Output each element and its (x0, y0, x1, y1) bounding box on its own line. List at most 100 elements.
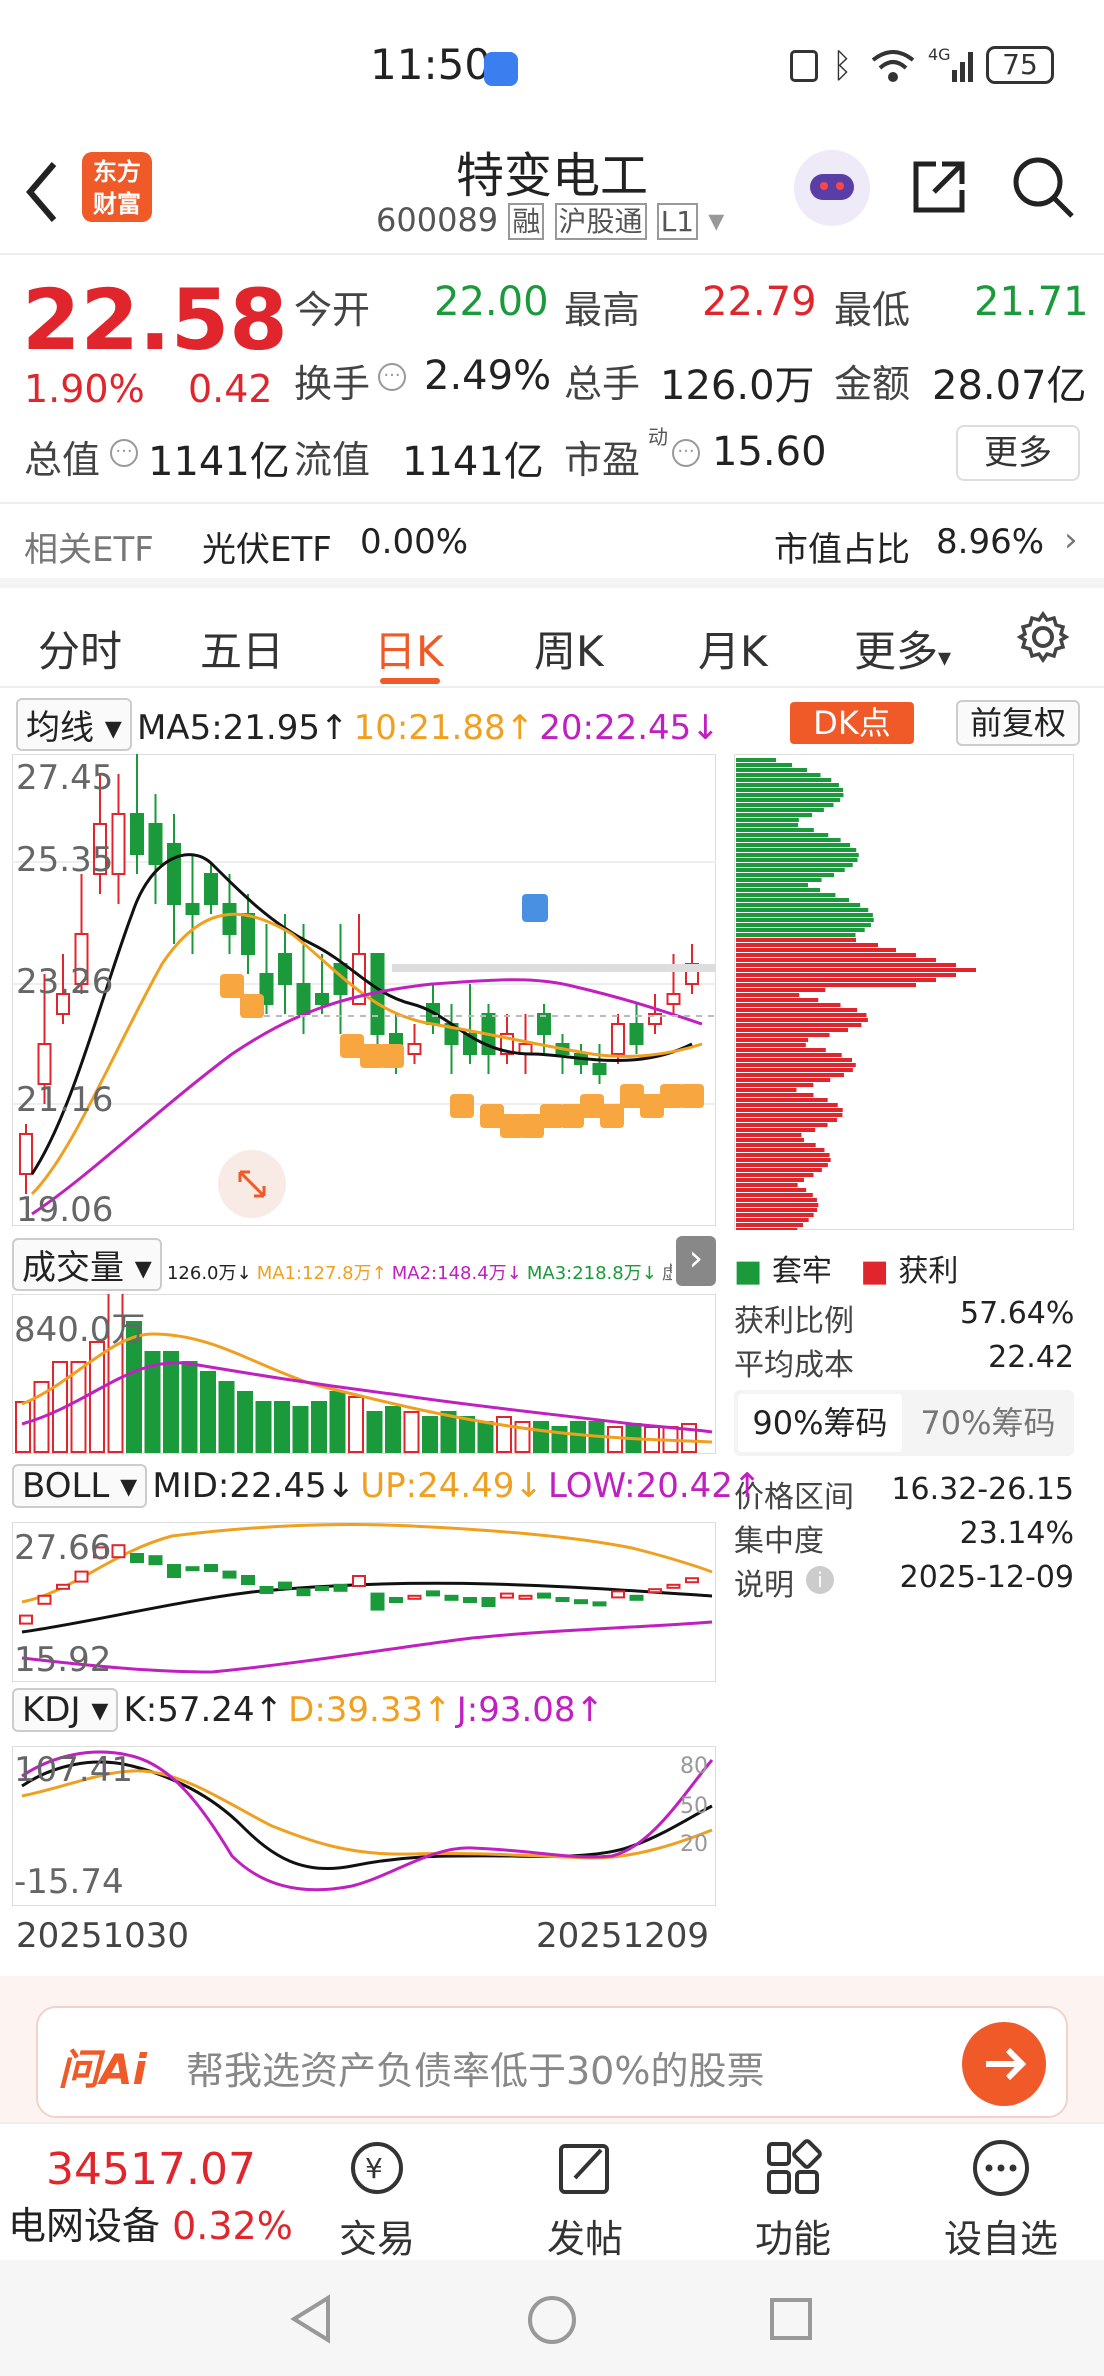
tag-margin: 融 (508, 203, 545, 240)
chip-bar (736, 1218, 809, 1222)
adjust-button[interactable]: 前复权 (956, 700, 1080, 746)
volume-info-3: MA2:148.4万↓ (391, 1263, 522, 1284)
candle-body (222, 903, 237, 935)
etf-bar[interactable]: 相关ETF 光伏ETF 0.00% 市值占比 8.96% › (0, 502, 1104, 588)
boll-candle (685, 1577, 699, 1584)
kdj-ref-50: 50 (680, 1794, 708, 1819)
clock: 11:50 (370, 40, 492, 89)
etf-ratio: 8.96% (936, 522, 1045, 562)
volume-bar (329, 1391, 346, 1453)
ma-select[interactable]: 均线 ▾ (16, 698, 132, 751)
tab-daily[interactable]: 日K (374, 618, 444, 679)
tab-intraday[interactable]: 分时 (38, 618, 122, 679)
volume-header: 成交量 ▾ 126.0万↓ MA1:127.8万↑ MA2:148.4万↓ MA… (12, 1238, 672, 1291)
index-value: 34517.07 (46, 2144, 256, 2195)
boll-low: LOW:20.42↑ (548, 1466, 762, 1506)
nav-post[interactable]: 发帖 (510, 2136, 660, 2263)
nav-trade[interactable]: ¥ 交易 (302, 2136, 452, 2263)
kline-chart[interactable] (12, 754, 716, 1226)
kdj-y-top: 107.41 (14, 1750, 133, 1790)
chip-bar (736, 933, 856, 937)
chip-bar (736, 983, 916, 987)
chip-bar (736, 1093, 814, 1097)
stock-code-row[interactable]: 600089 融 沪股通 L1 ▾ (376, 200, 724, 240)
home-circle-icon[interactable] (526, 2294, 578, 2346)
chip-bar (736, 993, 800, 997)
send-arrow-icon[interactable] (962, 2022, 1046, 2106)
info-icon[interactable]: i (806, 1566, 834, 1594)
y-label-2: 25.35 (16, 840, 114, 880)
candle-body (37, 1043, 52, 1085)
boll-candle (130, 1553, 144, 1563)
info-icon[interactable]: ··· (672, 439, 700, 467)
volume-bar (348, 1396, 364, 1453)
kdj-select[interactable]: KDJ ▾ (12, 1688, 119, 1732)
nav-post-label: 发帖 (546, 2217, 623, 2261)
share-icon[interactable] (908, 156, 970, 218)
volume-bar (218, 1381, 235, 1453)
ai-avatar-icon[interactable] (794, 150, 870, 226)
chip-bar (736, 773, 821, 777)
tab-70-chips[interactable]: 70%筹码 (906, 1394, 1070, 1452)
etf-pct: 0.00% (360, 522, 469, 562)
settings-gear-icon[interactable] (1016, 610, 1070, 664)
chip-row-value: 16.32-26.15 (891, 1472, 1074, 1507)
chip-bar (736, 793, 844, 797)
nav-functions[interactable]: 功能 (718, 2136, 868, 2263)
nav-add-watchlist[interactable]: 设自选 (926, 2136, 1076, 2263)
chip-bar (736, 918, 874, 922)
recents-square-icon[interactable] (768, 2296, 814, 2342)
chip-bar (736, 1153, 830, 1157)
chip-bar (736, 1163, 828, 1167)
date-start: 20251030 (16, 1916, 190, 1956)
chip-row-value: 2025-12-09 (899, 1560, 1074, 1595)
info-icon[interactable]: ··· (110, 439, 138, 467)
tag-level: L1 (656, 203, 699, 240)
volume-select[interactable]: 成交量 ▾ (12, 1238, 162, 1291)
chip-bar (736, 928, 865, 932)
boll-candle (333, 1583, 348, 1592)
amount-value: 28.07亿 (932, 363, 1087, 409)
boll-candle (278, 1581, 292, 1590)
more-button[interactable]: 更多 (956, 425, 1080, 481)
chip-bar (736, 1223, 804, 1227)
chevron-right-icon[interactable]: › (676, 1236, 716, 1286)
pe-label: 市盈 (564, 438, 641, 482)
chip-legend: ■ 套牢 ■ 获利 (734, 1246, 958, 1290)
boll-chart[interactable] (12, 1522, 716, 1682)
search-icon[interactable] (1010, 154, 1076, 220)
ai-prompt-box[interactable]: 问Ai 帮我选资产负债率低于30%的股票 (36, 2006, 1068, 2118)
volume-bar (255, 1401, 272, 1453)
tab-more[interactable]: 更多▾ (854, 618, 951, 679)
tab-weekly[interactable]: 周K (534, 618, 604, 679)
index-name: 电网设备 (8, 2204, 161, 2248)
date-end: 20251209 (536, 1916, 710, 1956)
dk-point-button[interactable]: DK点 (790, 702, 914, 744)
chip-bar (736, 938, 856, 942)
volume-bar (163, 1351, 179, 1453)
chip-distribution-chart[interactable] (734, 754, 1074, 1230)
back-triangle-icon[interactable] (288, 2294, 336, 2344)
chip-bar (736, 1023, 862, 1027)
index-pct: 0.32% (172, 2204, 293, 2248)
volume-bar (496, 1416, 512, 1453)
volume-value: 126.0万 (660, 363, 815, 409)
boll-candle (518, 1594, 533, 1600)
tab-monthly[interactable]: 月K (698, 618, 768, 679)
tab-90-chips[interactable]: 90%筹码 (738, 1394, 902, 1452)
info-icon[interactable]: ··· (378, 363, 406, 391)
chip-bar (736, 1208, 818, 1212)
chip-bar (736, 963, 956, 967)
index-ticker[interactable]: 34517.07 电网设备 0.32% (8, 2144, 293, 2250)
etf-label: 相关ETF (24, 530, 154, 570)
boll-select[interactable]: BOLL ▾ (12, 1464, 148, 1508)
volume-bar (607, 1426, 623, 1453)
chip-bar (736, 818, 799, 822)
pe-sup: 动 (648, 425, 668, 449)
nfc-icon (790, 50, 818, 82)
mktcap-value: 1141亿 (148, 439, 290, 485)
kdj-y-bottom: -15.74 (14, 1862, 124, 1902)
tab-5day[interactable]: 五日 (200, 618, 284, 679)
boll-candle (185, 1566, 200, 1572)
chip-bar (736, 1228, 798, 1230)
